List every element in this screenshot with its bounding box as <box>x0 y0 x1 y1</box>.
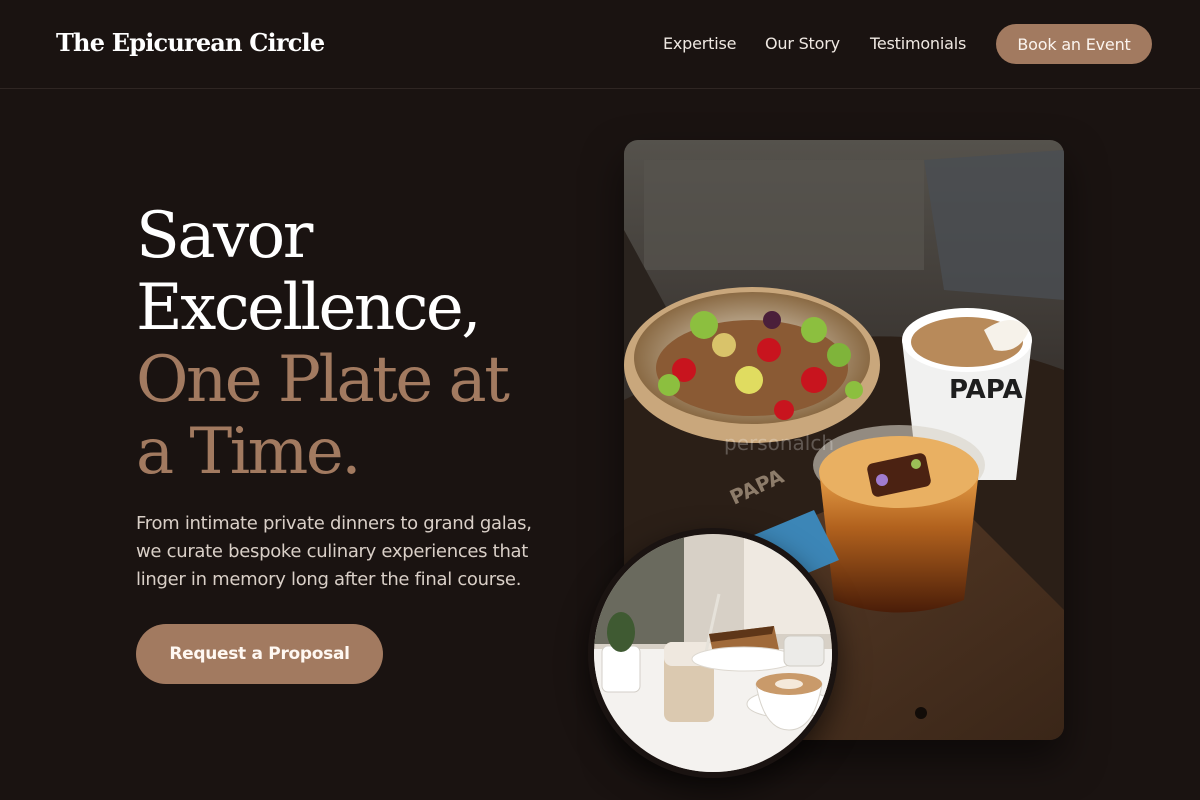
nav-link-our-story[interactable]: Our Story <box>765 34 840 53</box>
hero-description-line: From intimate private dinners to grand g… <box>136 513 532 534</box>
cup-text: PAPA <box>949 375 1023 405</box>
site-header: The Epicurean Circle Expertise Our Story… <box>0 0 1200 89</box>
book-event-button[interactable]: Book an Event <box>996 24 1152 64</box>
hero-description: From intimate private dinners to grand g… <box>136 510 576 594</box>
hero-title-line: Savor <box>136 199 313 273</box>
hero-title-accent-line: a Time. <box>136 415 362 489</box>
dessert-photo <box>588 528 838 778</box>
hero-description-line: we curate bespoke culinary experiences t… <box>136 541 529 562</box>
logo[interactable]: The Epicurean Circle <box>56 28 325 57</box>
request-proposal-button[interactable]: Request a Proposal <box>136 624 383 684</box>
nav-link-expertise[interactable]: Expertise <box>663 34 736 53</box>
dessert-photo-illustration <box>594 534 832 772</box>
hero-title-line: Excellence, <box>136 271 482 345</box>
nav-link-testimonials[interactable]: Testimonials <box>870 34 966 53</box>
hero-title: Savor Excellence, One Plate at a Time. <box>136 200 576 488</box>
hero-title-accent-line: One Plate at <box>136 343 510 417</box>
hero-description-line: linger in memory long after the final co… <box>136 569 522 590</box>
photo-watermark: personalch <box>724 431 834 455</box>
